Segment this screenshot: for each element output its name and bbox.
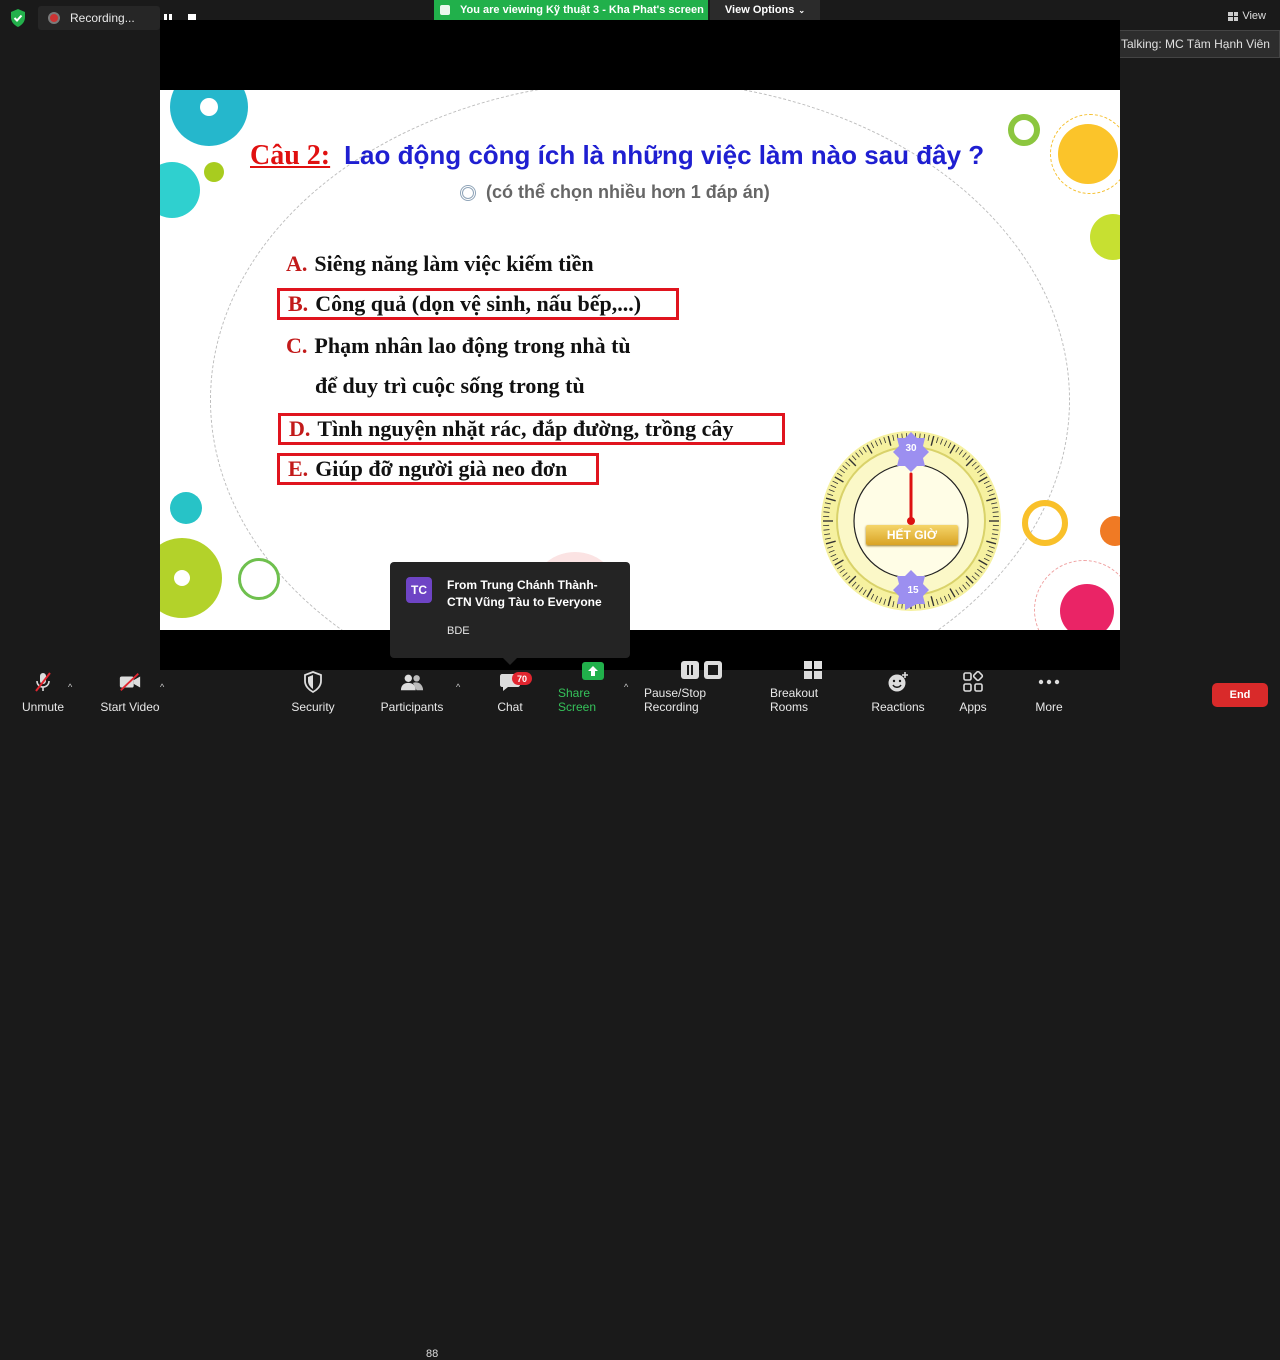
start-video-button[interactable]: Start Video [98,670,162,720]
deco-circle [1058,124,1118,184]
reactions-label: Reactions [871,700,924,714]
deco-circle [174,570,190,586]
apps-icon [961,670,985,694]
microphone-muted-icon [31,670,55,694]
chat-popup-tail [503,658,517,665]
subtitle-text: (có thể chọn nhiều hơn 1 đáp án) [486,182,770,203]
deco-circle [170,492,202,524]
deco-circle [204,162,224,182]
answer-letter: C. [286,333,307,359]
share-screen-icon [581,662,605,680]
video-options-chevron-icon[interactable]: ^ [160,682,164,692]
apps-label: Apps [959,700,986,714]
apps-button[interactable]: Apps [954,670,992,720]
deco-circle [1100,516,1120,546]
deco-circle [160,538,222,618]
deco-circle [160,162,200,218]
viewing-text: You are viewing Kỹ thuật 3 - Kha Phat's … [460,4,704,16]
answer-c-continued: để duy trì cuộc sống trong tù [307,370,585,402]
share-screen-button[interactable]: Share Screen [558,670,628,720]
more-button[interactable]: More [1030,670,1068,720]
view-button[interactable]: View [1228,10,1266,22]
recording-controls-icon [680,660,724,680]
smiley-icon [886,670,910,694]
answer-text: để duy trì cuộc sống trong tù [315,373,585,399]
audio-options-chevron-icon[interactable]: ^ [68,682,72,692]
talking-text: Talking: MC Tâm Hạnh Viên [1121,37,1270,51]
participants-label: Participants [381,700,444,714]
answer-text: Tình nguyện nhặt rác, đắp đường, trồng c… [317,416,733,442]
question-title: Câu 2: Lao động công ích là những việc là… [250,140,984,172]
answer-text: Công quả (dọn vệ sinh, nấu bếp,...) [315,291,641,317]
recording-label: Recording... [70,11,135,25]
breakout-rooms-icon [801,660,825,680]
chat-unread-badge: 70 [512,672,532,685]
participants-button[interactable]: Participants [380,670,444,720]
pause-stop-label: Pause/Stop Recording [644,686,760,714]
deco-circle [1022,500,1068,546]
reactions-button[interactable]: Reactions [872,670,924,720]
timer-top-mark: 30 [898,435,924,461]
chat-message: BDE [447,625,470,637]
security-label: Security [291,700,334,714]
ring-icon [460,185,476,201]
answer-d: D. Tình nguyện nhặt rác, đắp đường, trồng… [278,413,785,445]
start-video-label: Start Video [100,700,159,714]
answer-letter: A. [286,251,307,277]
time-up-label: HẾT GIỜ [866,525,958,545]
view-options-label: View Options [725,4,794,16]
video-off-icon [118,670,142,694]
answer-text: Siêng năng làm việc kiếm tiền [314,251,593,277]
chat-label: Chat [497,700,522,714]
deco-circle [200,98,218,116]
participants-icon [400,670,424,694]
question-number: Câu 2: [250,140,330,171]
recording-dot-icon [48,12,60,24]
timer-bottom-mark: 15 [900,577,926,603]
shield-icon [301,670,325,694]
answer-text: Phạm nhân lao động trong nhà tù [314,333,630,359]
question-text: Lao động công ích là những việc làm nào … [344,140,984,170]
presentation-slide: Câu 2: Lao động công ích là những việc là… [160,90,1120,630]
chat-notification[interactable]: TC From Trung Chánh Thành-CTN Vũng Tàu t… [390,562,630,658]
question-subtitle: (có thể chọn nhiều hơn 1 đáp án) [460,182,770,203]
view-label: View [1242,10,1266,22]
answer-letter: B. [288,291,308,317]
screen-share-icon [440,5,450,15]
avatar: TC [406,577,432,603]
answer-b: B. Công quả (dọn vệ sinh, nấu bếp,...) [277,288,679,320]
answer-c: C. Phạm nhân lao động trong nhà tù [278,330,631,362]
share-screen-label: Share Screen [558,686,628,714]
answer-a: A. Siêng năng làm việc kiếm tiền [278,248,594,280]
answer-e: E. Giúp đỡ người già neo đơn [277,453,599,485]
security-button[interactable]: Security [288,670,338,720]
deco-circle [1060,584,1114,630]
unmute-label: Unmute [22,700,64,714]
answer-letter: D. [289,416,310,442]
answer-text: Giúp đỡ người già neo đơn [315,456,567,482]
security-shield-icon[interactable] [8,8,28,28]
deco-circle [1090,214,1120,260]
zoom-window: Recording... You are viewing Kỹ thuật 3 … [0,0,1280,720]
recording-indicator: Recording... [38,6,160,30]
participants-chevron-icon[interactable]: ^ [456,682,460,692]
breakout-rooms-label: Breakout Rooms [770,686,856,714]
pause-stop-recording-button[interactable]: Pause/Stop Recording [644,670,760,720]
unmute-button[interactable]: Unmute [18,670,68,720]
answer-letter: E. [288,456,308,482]
deco-circle [1008,114,1040,146]
end-meeting-button[interactable]: End [1212,683,1268,707]
meeting-toolbar: Unmute ^ Start Video ^ Security Particip… [0,670,1280,720]
breakout-rooms-button[interactable]: Breakout Rooms [770,670,856,720]
viewing-banner: You are viewing Kỹ thuật 3 - Kha Phat's … [434,0,708,20]
more-label: More [1035,700,1062,714]
deco-circle [238,558,280,600]
participants-count: 88 [426,1348,438,1360]
view-options-button[interactable]: View Options ⌄ [710,0,820,20]
more-dots-icon [1037,670,1061,694]
grid-view-icon [1228,12,1238,21]
chat-sender: From Trung Chánh Thành-CTN Vũng Tàu to E… [447,577,617,611]
talking-indicator: Talking: MC Tâm Hạnh Viên [1104,30,1280,58]
chevron-down-icon: ⌄ [798,6,805,15]
